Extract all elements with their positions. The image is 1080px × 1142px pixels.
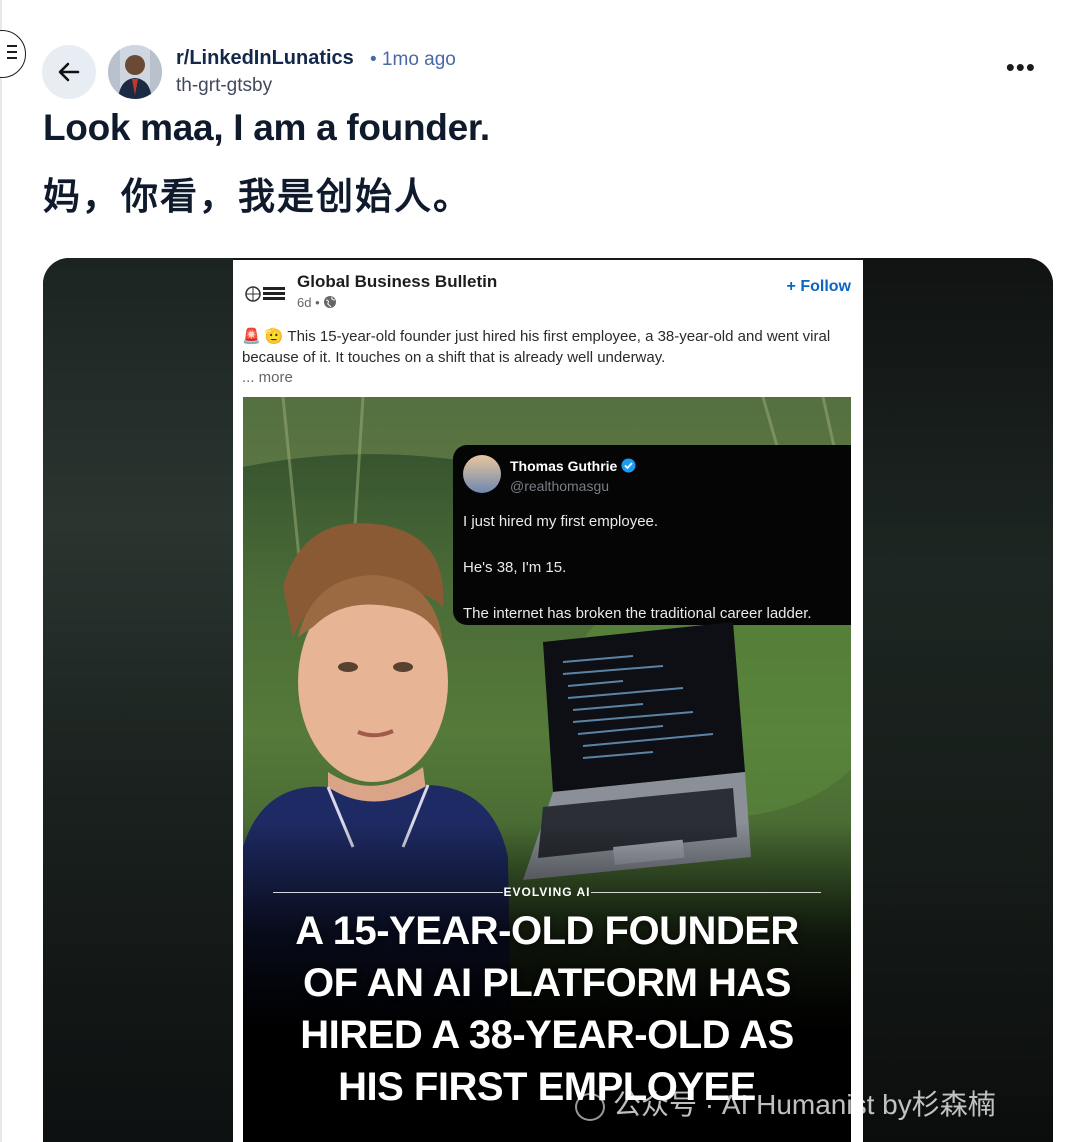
post-media[interactable]: Global Business Bulletin 6d • + Follow 🚨… — [43, 258, 1053, 1142]
arrow-left-icon — [58, 62, 80, 82]
tweet-handle: @realthomasgu — [510, 478, 610, 494]
headline-line: HIRED A 38-YEAR-OLD AS — [300, 1013, 794, 1057]
linkedin-screenshot: Global Business Bulletin 6d • + Follow 🚨… — [233, 260, 863, 1142]
tweet-author-name: Thomas Guthrie — [510, 458, 618, 474]
menu-icon — [7, 45, 17, 63]
tweet-author: Thomas Guthrie — [510, 458, 636, 474]
more-options-button[interactable]: ••• — [1006, 54, 1036, 80]
tweet-avatar — [463, 455, 501, 493]
avatar-image — [108, 45, 162, 99]
subreddit-name[interactable]: r/LinkedInLunatics — [176, 47, 354, 70]
post-image: Thomas Guthrie @realthomasgu I just hire… — [243, 397, 851, 1142]
globe-logo-icon — [245, 286, 285, 302]
watermark-text: 公众号 · AI Humanist by杉森楠 — [613, 1089, 996, 1120]
image-headline: A 15-YEAR-OLD FOUNDER OF AN AI PLATFORM … — [243, 905, 851, 1113]
media-blur-right — [863, 258, 1053, 1142]
post-title-translation: 妈，你看，我是创始人。 — [43, 176, 472, 217]
post-time: 6d • — [297, 295, 337, 310]
post-age: • 1mo ago — [370, 49, 456, 70]
media-blur-left — [43, 258, 233, 1142]
evolving-ai-logo: EVOLVING AI — [243, 885, 851, 899]
verified-badge-icon — [621, 458, 636, 473]
post-title: Look maa, I am a founder. — [43, 107, 490, 148]
subreddit-avatar[interactable] — [108, 45, 162, 99]
follow-button[interactable]: + Follow — [787, 278, 851, 296]
menu-button[interactable] — [0, 30, 26, 78]
back-button[interactable] — [42, 45, 96, 99]
see-more-link[interactable]: ... more — [242, 369, 293, 386]
post-username[interactable]: th-grt-gtsby — [176, 75, 272, 97]
globe-icon — [324, 296, 337, 308]
tweet-line: The internet has broken the traditional … — [463, 605, 812, 622]
headline-line: OF AN AI PLATFORM HAS — [303, 961, 791, 1005]
linkedin-post-text: 🚨 🫡 This 15-year-old founder just hired … — [242, 328, 831, 366]
wechat-icon — [575, 1092, 605, 1121]
left-border — [0, 0, 2, 1142]
headline-line: A 15-YEAR-OLD FOUNDER — [295, 909, 799, 953]
company-name: Global Business Bulletin — [297, 272, 498, 291]
time-label: 6d • — [297, 295, 320, 310]
watermark: 公众号 · AI Humanist by杉森楠 — [575, 1083, 996, 1123]
